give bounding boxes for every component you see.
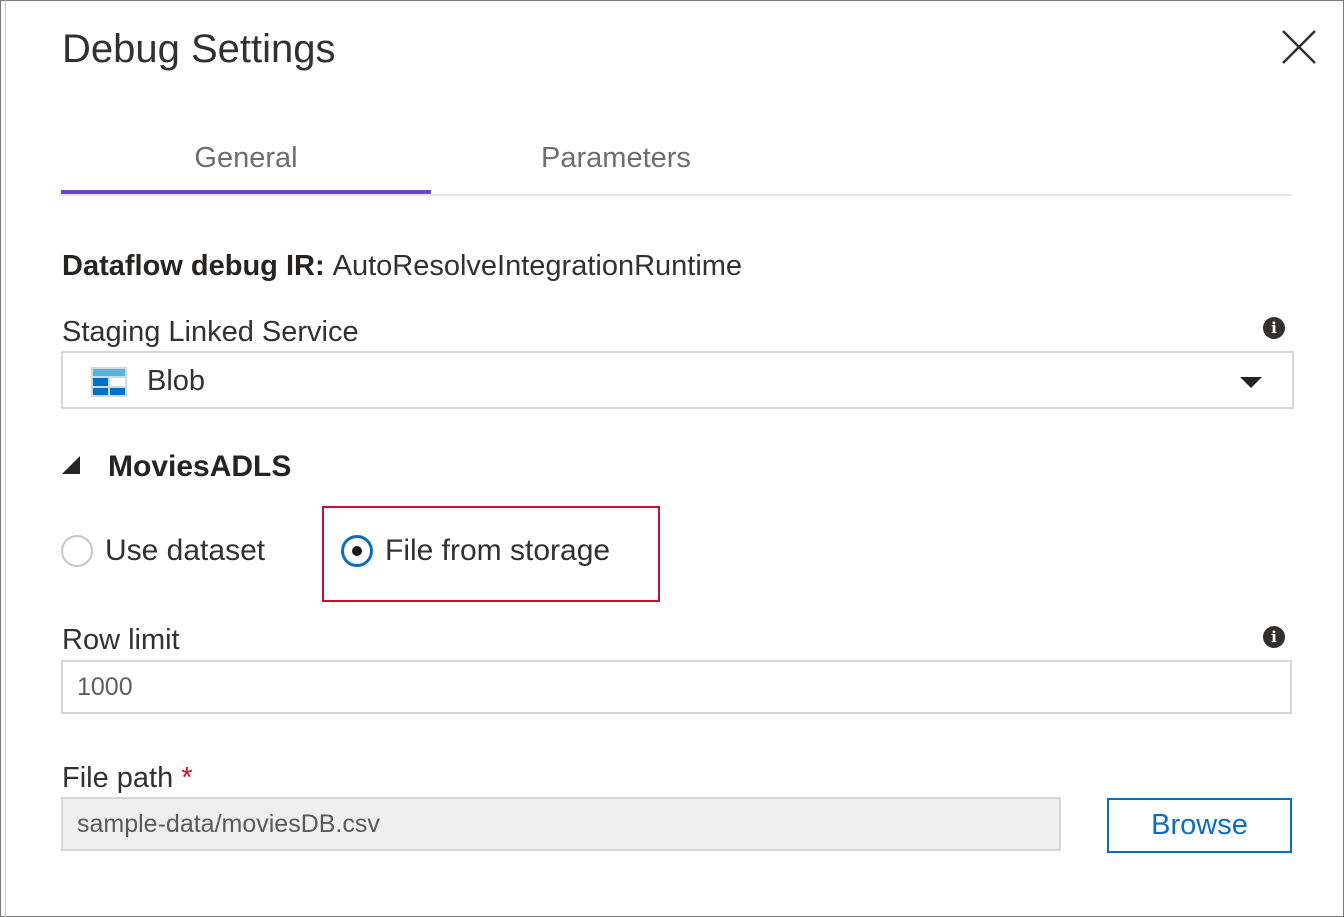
required-indicator: *	[181, 762, 193, 794]
row-limit-input[interactable]: 1000	[61, 660, 1292, 714]
radio-file-from-storage[interactable]: File from storage	[341, 531, 641, 571]
tab-general[interactable]: General	[61, 138, 431, 194]
chevron-down-icon[interactable]	[1240, 377, 1262, 388]
section-title: MoviesADLS	[108, 450, 292, 483]
staging-linked-service-label: Staging Linked Service	[62, 316, 359, 348]
file-path-label: File path *	[62, 758, 193, 798]
tab-bar: General Parameters	[61, 138, 1292, 196]
debug-ir-line: Dataflow debug IR: AutoResolveIntegration…	[62, 246, 742, 286]
info-icon[interactable]: i	[1263, 626, 1285, 648]
row-limit-label: Row limit	[62, 624, 180, 656]
radio-label: Use dataset	[105, 534, 266, 567]
background-edge	[5, 0, 6, 917]
debug-ir-value: AutoResolveIntegrationRuntime	[332, 250, 743, 282]
staging-linked-service-select[interactable]: Blob	[61, 351, 1294, 409]
close-icon[interactable]	[1280, 28, 1318, 66]
radio-circle[interactable]	[61, 535, 93, 567]
browse-button[interactable]: Browse	[1107, 798, 1292, 853]
blob-storage-icon	[91, 367, 127, 397]
staging-selected-value: Blob	[147, 365, 206, 397]
dialog-title: Debug Settings	[62, 27, 336, 71]
file-path-label-text: File path	[62, 762, 174, 794]
radio-label: File from storage	[385, 534, 611, 567]
debug-ir-label: Dataflow debug IR:	[62, 250, 325, 282]
info-icon[interactable]: i	[1263, 317, 1285, 339]
radio-circle-selected[interactable]	[341, 535, 373, 567]
file-path-input[interactable]: sample-data/moviesDB.csv	[61, 797, 1061, 851]
collapse-triangle-icon[interactable]	[62, 456, 80, 474]
tab-parameters[interactable]: Parameters	[431, 138, 801, 192]
radio-use-dataset[interactable]: Use dataset	[61, 531, 281, 571]
